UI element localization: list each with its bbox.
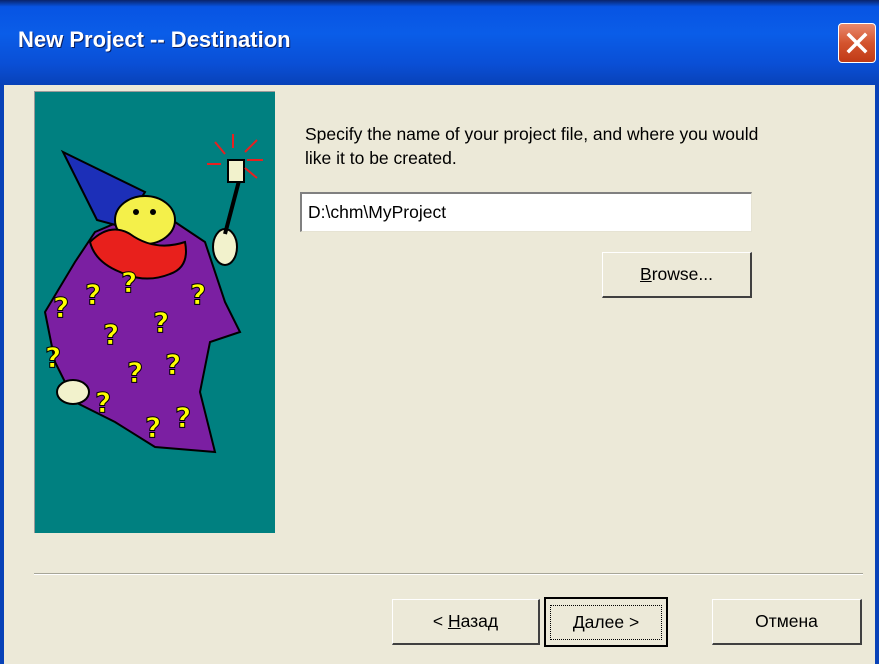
next-label: алее > — [584, 611, 640, 632]
close-button[interactable] — [838, 23, 876, 63]
window-border-right — [875, 85, 879, 664]
svg-text:?: ? — [121, 266, 137, 299]
window-title: New Project -- Destination — [18, 27, 291, 52]
back-arrow: < — [432, 611, 448, 631]
svg-text:?: ? — [165, 348, 181, 381]
svg-text:?: ? — [103, 318, 119, 351]
svg-text:?: ? — [53, 291, 69, 324]
title-bar[interactable]: New Project -- Destination — [0, 0, 879, 85]
wizard-illustration-panel: ? ? ? ? ? ? ? ? ? ? ? ? — [34, 91, 275, 533]
separator-line — [34, 573, 863, 575]
next-mnemonic: Д — [572, 611, 585, 632]
svg-text:?: ? — [175, 401, 191, 434]
close-icon — [846, 32, 868, 54]
back-button[interactable]: < Назад — [392, 599, 540, 645]
svg-text:?: ? — [85, 278, 101, 311]
instruction-text: Specify the name of your project file, a… — [305, 124, 759, 168]
svg-text:?: ? — [45, 341, 61, 374]
next-button[interactable]: Далее > — [544, 597, 668, 647]
new-project-dialog: New Project -- Destination ? ? ? ? ? ? ?… — [0, 0, 879, 664]
svg-text:?: ? — [127, 356, 143, 389]
cancel-button[interactable]: Отмена — [712, 599, 862, 645]
browse-mnemonic: B — [640, 264, 652, 284]
svg-text:?: ? — [190, 278, 206, 311]
svg-text:?: ? — [145, 411, 161, 444]
browse-button[interactable]: Browse... — [602, 252, 752, 298]
project-path-input[interactable] — [300, 192, 752, 232]
browse-label: rowse... — [651, 264, 713, 284]
svg-text:?: ? — [95, 386, 111, 419]
next-focus-rect: Далее > — [549, 604, 663, 640]
wizard-with-wand-icon: ? ? ? ? ? ? ? ? ? ? ? ? — [43, 134, 263, 454]
back-label: азад — [460, 611, 499, 631]
cancel-label: Отмена — [755, 611, 818, 631]
window-border-left — [0, 85, 4, 664]
back-mnemonic: Н — [447, 611, 461, 631]
svg-text:?: ? — [153, 306, 169, 339]
